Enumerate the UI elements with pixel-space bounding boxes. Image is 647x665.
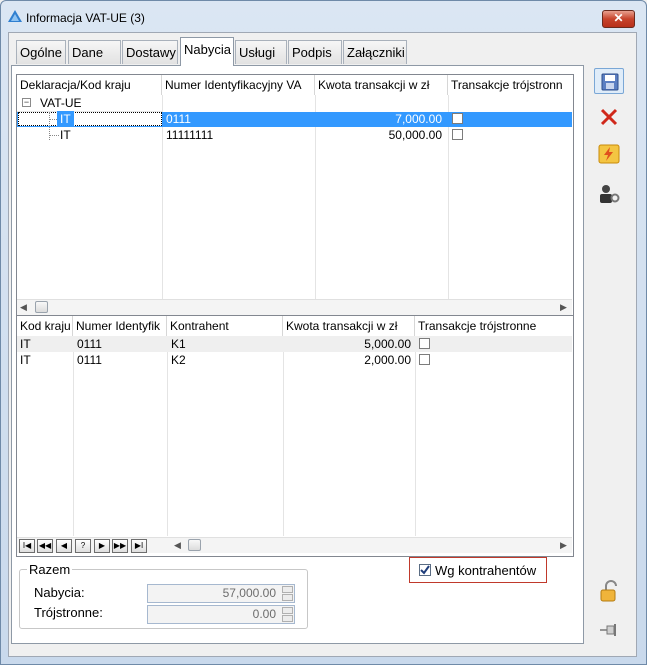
upper-grid[interactable]: Deklaracja/Kod kraju Numer Identyfikacyj… [16, 74, 574, 317]
lock-icon [600, 580, 617, 602]
spin-up-icon[interactable] [282, 586, 293, 593]
row-numer: 0111 [77, 337, 102, 351]
nav-first-button[interactable]: I◀ [19, 539, 35, 553]
column-header[interactable]: Kwota transakcji w zł [315, 75, 448, 95]
nav-page-back-button[interactable]: ◀◀ [37, 539, 53, 553]
scroll-left-icon[interactable]: ◀ [174, 540, 181, 551]
wg-kontrahentow-label[interactable]: Wg kontrahentów [435, 563, 536, 578]
nav-next-button[interactable]: ▶ [94, 539, 110, 553]
tab-uslugi[interactable]: Usługi [235, 40, 287, 64]
row-numer: 11111111 [166, 128, 214, 142]
wg-kontrahentow-checkbox[interactable] [419, 564, 431, 576]
user-settings-icon [600, 185, 620, 203]
nav-page-forward-button[interactable]: ▶▶ [112, 539, 128, 553]
save-icon [601, 73, 619, 91]
row-kod: IT [60, 128, 71, 142]
row-numer: 0111 [77, 353, 102, 367]
group-label: VAT-UE [40, 96, 82, 110]
nabycia-label: Nabycia: [34, 585, 85, 600]
trojstronne-checkbox[interactable] [452, 129, 463, 140]
scroll-thumb[interactable] [188, 539, 201, 551]
delete-button[interactable] [594, 104, 624, 130]
tab-dane[interactable]: Dane [68, 40, 121, 64]
user-settings-button[interactable] [594, 181, 624, 207]
pin-icon [600, 624, 616, 636]
column-header[interactable]: Transakcje trójstronne [415, 316, 572, 336]
spin-down-icon[interactable] [282, 594, 293, 601]
lightning-button[interactable] [594, 141, 624, 167]
column-header[interactable]: Deklaracja/Kod kraju [17, 75, 162, 95]
row-kontrahent: K1 [171, 337, 186, 351]
razem-legend: Razem [27, 562, 73, 577]
row-kod: IT [20, 337, 31, 351]
row-kod: IT [20, 353, 31, 367]
checkmark-icon [420, 565, 430, 575]
window-title: Informacja VAT-UE (3) [26, 11, 145, 25]
scroll-thumb[interactable] [35, 301, 48, 313]
tab-podpis[interactable]: Podpis [288, 40, 342, 64]
trojstronne-label: Trójstronne: [34, 605, 103, 620]
tab-nabycia[interactable]: Nabycia [180, 37, 234, 66]
lightning-icon [598, 144, 620, 164]
nav-prev-button[interactable]: ◀ [56, 539, 72, 553]
trojstronne-field[interactable]: 0.00 [147, 605, 295, 624]
nabycia-field[interactable]: 57,000.00 [147, 584, 295, 603]
row-kontrahent: K2 [171, 353, 186, 367]
collapse-toggle-icon[interactable]: − [22, 98, 31, 107]
row-kwota: 5,000.00 [364, 337, 411, 351]
column-header[interactable]: Kwota transakcji w zł [283, 316, 415, 336]
title-bar[interactable]: Informacja VAT-UE (3) ✕ [0, 0, 645, 32]
spin-up-icon[interactable] [282, 607, 293, 614]
close-button[interactable]: ✕ [602, 10, 635, 28]
lower-grid[interactable]: Kod kraju Numer Identyfik Kontrahent Kwo… [16, 315, 574, 557]
tab-zalaczniki[interactable]: Załączniki [343, 40, 407, 64]
row-kwota: 2,000.00 [364, 353, 411, 367]
row-kod: IT [57, 111, 74, 127]
trojstronne-checkbox[interactable] [419, 354, 430, 365]
trojstronne-checkbox[interactable] [452, 113, 463, 124]
trojstronne-value: 0.00 [252, 607, 276, 621]
scroll-right-icon[interactable]: ▶ [560, 540, 567, 551]
nav-last-button[interactable]: ▶I [131, 539, 147, 553]
nabycia-value: 57,000.00 [222, 586, 276, 600]
trojstronne-checkbox[interactable] [419, 338, 430, 349]
delete-icon [600, 108, 618, 126]
lock-button[interactable] [594, 578, 624, 604]
app-icon [8, 10, 22, 22]
column-header[interactable]: Transakcje trójstronn [448, 75, 572, 95]
focus-cell [18, 112, 162, 126]
scroll-left-icon[interactable]: ◀ [20, 302, 27, 313]
scroll-right-icon[interactable]: ▶ [560, 302, 567, 313]
nav-help-button[interactable]: ? [75, 539, 91, 553]
row-kwota: 7,000.00 [395, 112, 442, 126]
column-header[interactable]: Kontrahent [167, 316, 283, 336]
row-kwota: 50,000.00 [388, 128, 442, 142]
column-header[interactable]: Kod kraju [17, 316, 73, 336]
tab-ogolne[interactable]: Ogólne [16, 40, 66, 64]
spin-down-icon[interactable] [282, 615, 293, 622]
pin-button[interactable] [594, 617, 624, 643]
save-button[interactable] [594, 68, 624, 94]
column-header[interactable]: Numer Identyfikacyjny VA [162, 75, 315, 95]
column-header[interactable]: Numer Identyfik [73, 316, 167, 336]
row-numer: 0111 [166, 112, 191, 126]
horizontal-scrollbar[interactable]: ◀ ▶ [17, 299, 572, 315]
tab-dostawy[interactable]: Dostawy [122, 40, 178, 64]
